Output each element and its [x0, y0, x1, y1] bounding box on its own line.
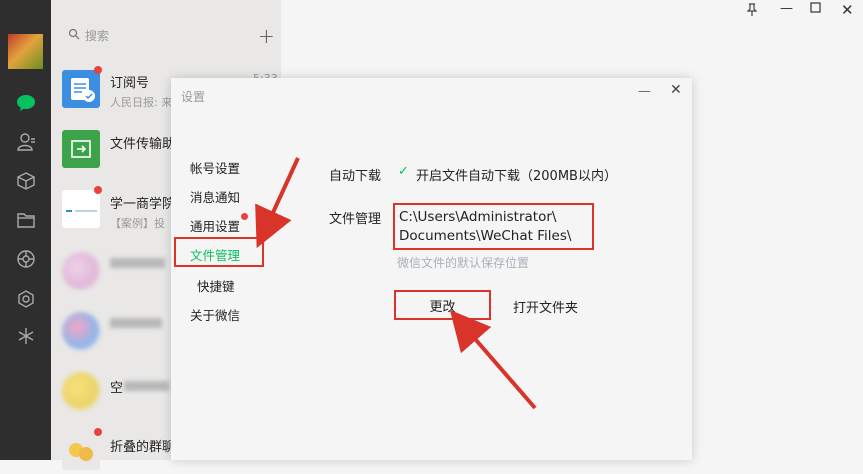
chat-name[interactable]: 文件传输助 — [110, 133, 175, 152]
menu-file-management[interactable]: 文件管理 — [190, 245, 240, 264]
save-path-line1: C:\Users\Administrator\ — [399, 209, 557, 225]
chat-name[interactable]: 空 — [110, 377, 123, 396]
moments-icon[interactable] — [0, 246, 51, 272]
minimize-icon[interactable]: — — [780, 1, 793, 16]
chat-name[interactable]: 订阅号 — [110, 72, 149, 91]
mini-program-icon[interactable] — [0, 323, 51, 349]
dialog-close-icon[interactable]: ✕ — [670, 82, 682, 98]
dialog-minimize-icon[interactable]: — — [638, 84, 651, 99]
contacts-icon[interactable] — [0, 129, 51, 155]
avatar[interactable] — [8, 34, 43, 69]
blurred-avatar — [62, 312, 100, 350]
menu-notifications[interactable]: 消息通知 — [190, 187, 240, 206]
blurred-avatar — [62, 252, 100, 290]
unread-badge — [94, 66, 102, 74]
blurred-name — [110, 258, 165, 268]
auto-download-toggle[interactable]: 开启文件自动下载（200MB以内） — [416, 165, 617, 184]
menu-general-settings[interactable]: 通用设置 — [190, 216, 240, 235]
auto-download-label: 自动下载 — [329, 169, 382, 184]
file-transfer-avatar — [62, 130, 100, 168]
path-hint: 微信文件的默认保存位置 — [397, 256, 530, 270]
save-path-line2: Documents\WeChat Files\ — [399, 228, 572, 244]
menu-account-settings[interactable]: 帐号设置 — [190, 158, 240, 177]
menu-shortcuts[interactable]: 快捷键 — [197, 276, 235, 295]
chat-name[interactable]: 折叠的群聊 — [110, 436, 175, 455]
change-button[interactable]: 更改 — [394, 290, 491, 320]
search-input[interactable]: 搜索 — [85, 27, 109, 44]
chat-preview: 【案例】投 — [110, 217, 165, 230]
chat-preview: 人民日报: 来 — [110, 96, 173, 109]
favorites-icon[interactable] — [0, 168, 51, 194]
blurred-name — [110, 318, 162, 328]
folded-group-avatar — [62, 432, 100, 470]
add-button[interactable]: + — [258, 24, 275, 48]
folder-icon[interactable] — [0, 207, 51, 233]
pin-icon[interactable] — [746, 3, 758, 21]
menu-badge — [241, 213, 248, 220]
menu-about[interactable]: 关于微信 — [190, 305, 240, 324]
blurred-avatar — [62, 372, 100, 410]
search-icon — [68, 28, 80, 40]
chat-name[interactable]: 学一商学院 — [110, 193, 175, 212]
subscription-avatar — [62, 70, 100, 108]
channels-icon[interactable] — [0, 286, 51, 312]
maximize-icon[interactable] — [810, 2, 821, 17]
unread-badge — [94, 186, 102, 194]
checkmark-icon[interactable]: ✓ — [398, 164, 409, 179]
business-school-avatar — [62, 190, 100, 228]
close-window-icon[interactable]: ✕ — [841, 1, 854, 19]
open-folder-button[interactable]: 打开文件夹 — [513, 297, 578, 316]
blurred-name — [124, 381, 169, 391]
file-management-label: 文件管理 — [329, 212, 382, 227]
chat-icon[interactable] — [0, 90, 51, 116]
dialog-title: 设置 — [181, 90, 206, 104]
unread-badge — [94, 428, 102, 436]
